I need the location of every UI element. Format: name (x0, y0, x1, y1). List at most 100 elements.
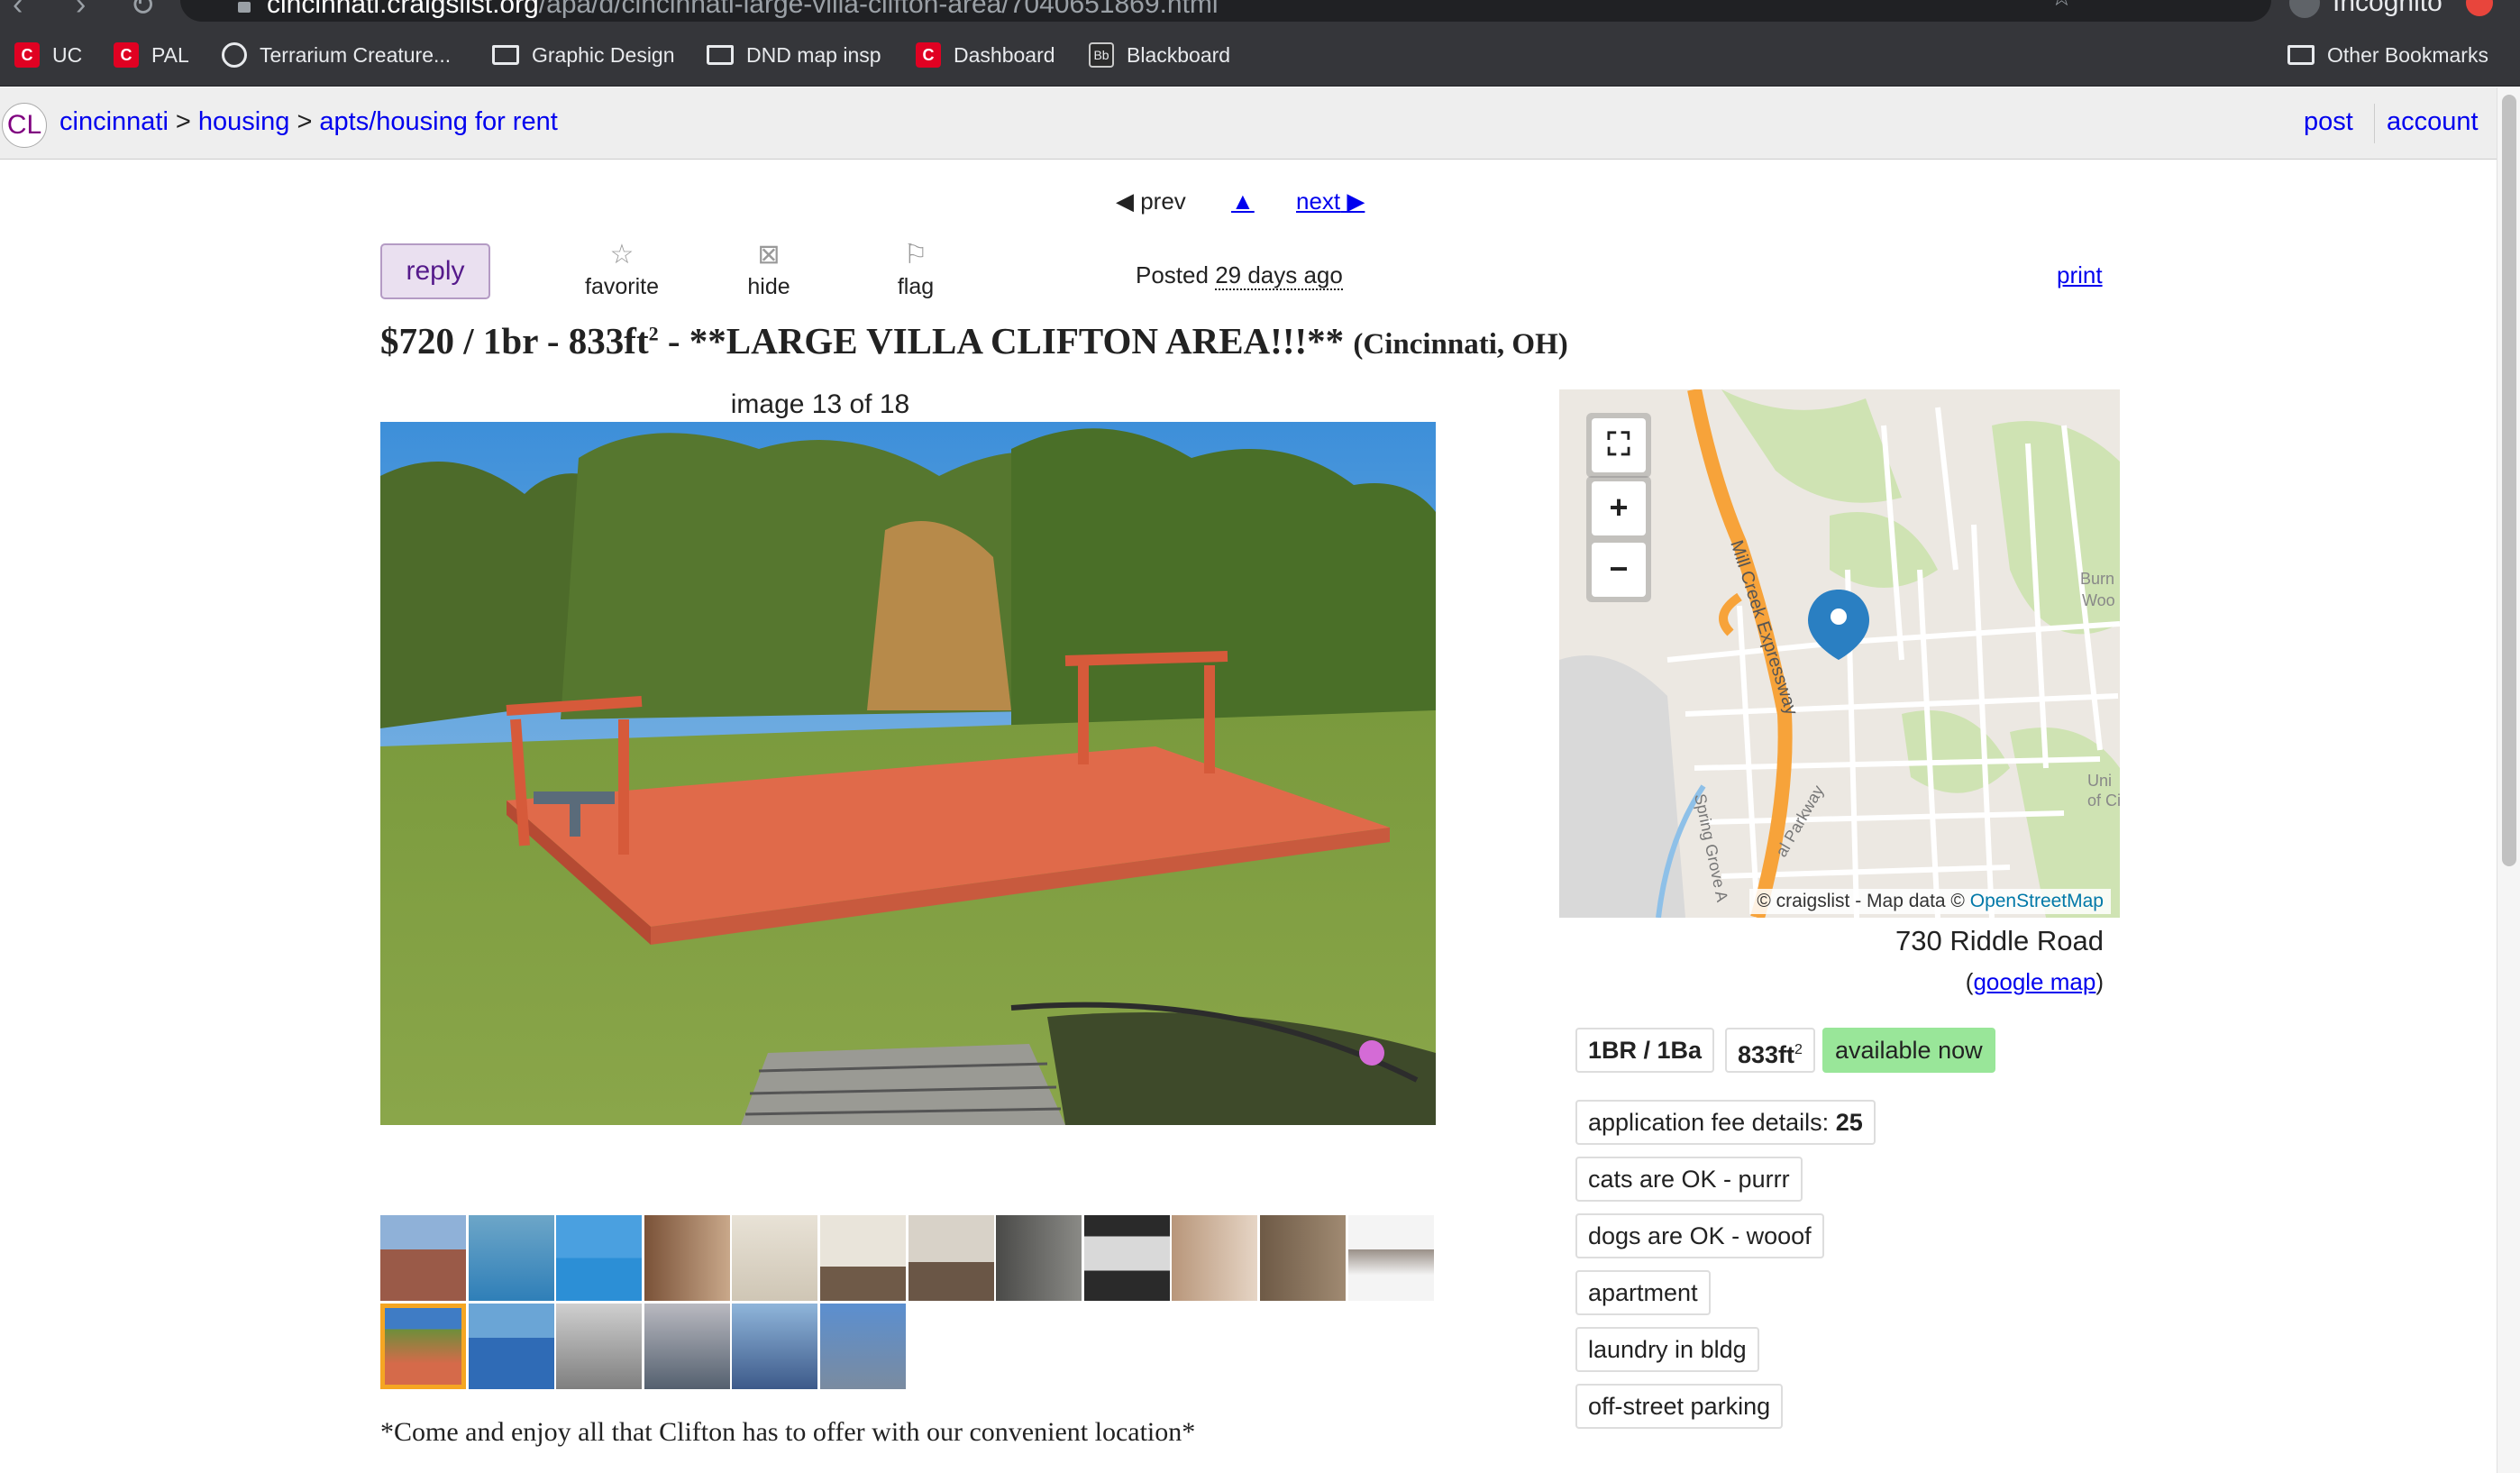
image-thumbnail[interactable] (380, 1215, 466, 1301)
map-label-of-cinc: of Ci (2087, 791, 2120, 810)
uc-logo-icon: C (916, 42, 941, 68)
image-thumbnail[interactable] (468, 1215, 554, 1301)
blackboard-icon: Bb (1089, 42, 1114, 68)
attr-housing-type: apartment (1575, 1270, 1711, 1315)
site-header: CL cincinnati > housing > apts/housing for r… (0, 87, 2497, 160)
header-divider (2374, 104, 2375, 143)
map-label-univ: Uni (2087, 772, 2112, 790)
post-link[interactable]: post (2304, 107, 2353, 137)
scrollbar[interactable] (2497, 87, 2520, 1473)
bookmarks-bar: C UC C PAL Terrarium Creature... Graphic D… (0, 23, 2520, 87)
reply-button[interactable]: reply (380, 243, 490, 299)
posting-location: (Cincinnati, OH) (1353, 328, 1568, 361)
image-thumbnail[interactable] (380, 1304, 466, 1389)
globe-icon (222, 42, 247, 68)
image-thumbnail[interactable] (908, 1215, 994, 1301)
next-link[interactable]: next ▶ (1296, 188, 1365, 215)
account-link[interactable]: account (2387, 107, 2479, 137)
back-icon[interactable]: ‹ (13, 0, 23, 23)
favorite-button[interactable]: ☆ favorite (577, 242, 667, 300)
browser-toolbar: ‹ › ↻ cincinnati.craigslist.org/apa/d/ci… (0, 0, 2520, 23)
triangle-left-icon: ◀ (1116, 188, 1141, 215)
attr-bedrooms-baths: 1BR / 1Ba (1575, 1028, 1715, 1073)
zoom-in-icon[interactable]: + (1592, 481, 1646, 535)
attr-application-fee: application fee details: 25 (1575, 1100, 1876, 1145)
google-map-link[interactable]: google map (1973, 968, 2095, 995)
incognito-indicator[interactable]: Incognito (2289, 0, 2442, 18)
hide-button[interactable]: ⊠ hide (730, 242, 808, 300)
map-attribution: © craigslist - Map data © OpenStreetMap (1749, 889, 2111, 914)
attr-availability: available now (1822, 1028, 1995, 1073)
trash-icon: ⊠ (757, 240, 781, 270)
map-label-woods: Woo (2082, 591, 2115, 609)
main-image[interactable] (380, 422, 1436, 1125)
gazebo-photo (380, 422, 1436, 1125)
posting-title: $720 / 1br - 833ft2 - **LARGE VILLA CLIF… (380, 320, 1568, 361)
posted-ago: 29 days ago (1215, 261, 1343, 290)
prev-link[interactable]: ◀ prev (1116, 188, 1186, 215)
bookmark-star-icon[interactable]: ☆ (2050, 0, 2073, 10)
breadcrumb-apts-for-rent[interactable]: apts/housing for rent (319, 107, 557, 136)
other-bookmarks[interactable]: Other Bookmarks (2287, 23, 2488, 87)
star-icon: ☆ (609, 240, 635, 270)
bookmark-terrarium[interactable]: Terrarium Creature... (222, 23, 451, 87)
folder-icon (2287, 45, 2315, 65)
location-map[interactable]: Mill Creek Expressway Spring Grove A al … (1559, 389, 2120, 918)
bookmark-graphic-design[interactable]: Graphic Design (492, 23, 675, 87)
breadcrumb: cincinnati > housing > apts/housing for rent (59, 107, 558, 136)
bookmark-dashboard[interactable]: C Dashboard (916, 23, 1055, 87)
openstreetmap-link[interactable]: OpenStreetMap (1970, 891, 2104, 911)
flag-icon: ⚐ (903, 240, 928, 270)
google-map-link-wrapper: (google map) (1965, 968, 2104, 995)
image-thumbnail[interactable] (644, 1304, 730, 1389)
uc-logo-icon: C (114, 42, 139, 68)
address-bar[interactable]: cincinnati.craigslist.org/apa/d/cincinna… (180, 0, 2271, 22)
fullscreen-icon[interactable]: ⛶ (1592, 418, 1646, 472)
triangle-right-icon: ▶ (1340, 188, 1365, 215)
image-thumbnail[interactable] (556, 1215, 643, 1301)
url-path: /apa/d/cincinnati-large-villa-clifton-ar… (538, 0, 1219, 19)
image-thumbnail[interactable] (1260, 1215, 1346, 1301)
uc-logo-icon: C (14, 42, 40, 68)
folder-icon (492, 45, 519, 65)
attr-square-feet: 833ft2 (1725, 1028, 1815, 1073)
attr-parking: off-street parking (1575, 1384, 1784, 1429)
incognito-icon (2289, 0, 2320, 18)
print-link[interactable]: print (2057, 261, 2103, 289)
image-thumbnail[interactable] (1083, 1215, 1170, 1301)
image-thumbnail[interactable] (996, 1215, 1082, 1301)
image-thumbnail[interactable] (644, 1215, 730, 1301)
bookmark-dnd-map[interactable]: DND map insp (707, 23, 881, 87)
reload-icon[interactable]: ↻ (130, 0, 156, 23)
scrollbar-thumb[interactable] (2502, 95, 2516, 866)
bookmark-pal[interactable]: C PAL (114, 23, 189, 87)
image-thumbnail[interactable] (1347, 1215, 1434, 1301)
forward-icon[interactable]: › (76, 0, 86, 23)
zoom-out-icon[interactable]: − (1592, 543, 1646, 597)
bookmark-uc[interactable]: C UC (14, 23, 82, 87)
image-thumbnail[interactable] (468, 1304, 554, 1389)
attr-cats: cats are OK - purrr (1575, 1157, 1803, 1202)
image-thumbnail[interactable] (820, 1215, 906, 1301)
fullscreen-control: ⛶ (1586, 413, 1651, 478)
folder-icon (707, 45, 734, 65)
browser-menu-icon[interactable] (2466, 0, 2493, 16)
posting-body: *Come and enjoy all that Clifton has to … (380, 1417, 1196, 1447)
breadcrumb-housing[interactable]: housing (198, 107, 290, 136)
bookmark-blackboard[interactable]: Bb Blackboard (1089, 23, 1230, 87)
image-thumbnail[interactable] (556, 1304, 643, 1389)
image-thumbnail[interactable] (732, 1304, 818, 1389)
attr-dogs: dogs are OK - wooof (1575, 1213, 1824, 1258)
image-thumbnail[interactable] (1172, 1215, 1258, 1301)
image-thumbnail[interactable] (732, 1215, 818, 1301)
map-label-burnet: Burn (2080, 570, 2114, 588)
breadcrumb-cincinnati[interactable]: cincinnati (59, 107, 169, 136)
flag-button[interactable]: ⚐ flag (880, 242, 952, 300)
craigslist-logo[interactable]: CL (2, 103, 47, 148)
attr-laundry: laundry in bldg (1575, 1327, 1759, 1372)
up-link[interactable]: ▲ (1231, 188, 1255, 215)
image-counter: image 13 of 18 (730, 389, 910, 419)
zoom-control: + − (1586, 476, 1651, 602)
image-thumbnail[interactable] (820, 1304, 906, 1389)
street-address: 730 Riddle Road (1895, 925, 2104, 956)
